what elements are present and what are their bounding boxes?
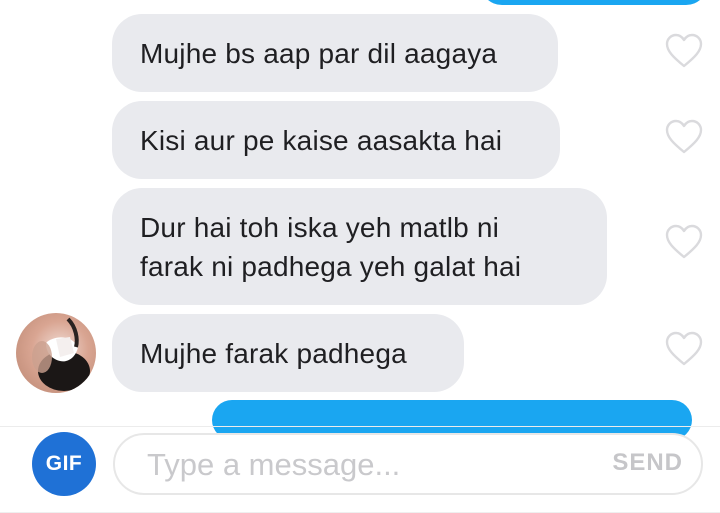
message-text: Dur hai toh iska yeh matlb ni farak ni p…	[140, 211, 522, 282]
heart-icon[interactable]	[664, 119, 704, 155]
heart-icon[interactable]	[664, 33, 704, 69]
send-button[interactable]: SEND	[612, 449, 683, 477]
message-text: Kisi aur pe kaise aasakta hai	[140, 124, 503, 156]
received-message-bubble[interactable]: Kisi aur pe kaise aasakta hai	[112, 101, 560, 179]
chat-screen: Mujhe bs aap par dil aagaya Kisi aur pe …	[0, 0, 720, 513]
heart-icon[interactable]	[664, 224, 704, 260]
gif-button-label: GIF	[45, 452, 83, 475]
message-composer: SEND	[113, 433, 703, 495]
received-message-bubble[interactable]: Dur hai toh iska yeh matlb ni farak ni p…	[112, 188, 607, 305]
sent-message-bubble-partial	[480, 0, 708, 5]
composer-divider	[0, 426, 720, 427]
message-text: Mujhe bs aap par dil aagaya	[140, 37, 498, 69]
heart-icon[interactable]	[664, 331, 704, 367]
gif-button[interactable]: GIF	[32, 432, 96, 496]
received-message-bubble[interactable]: Mujhe bs aap par dil aagaya	[112, 14, 558, 92]
received-message-bubble[interactable]: Mujhe farak padhega	[112, 314, 464, 392]
message-text: Mujhe farak padhega	[140, 337, 407, 369]
message-input[interactable]	[145, 441, 579, 489]
avatar[interactable]	[16, 313, 96, 393]
